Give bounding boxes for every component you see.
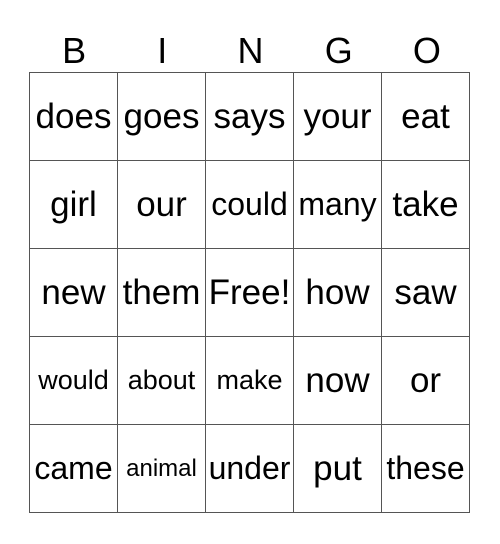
grid-cell: put (293, 424, 382, 513)
grid-row: does goes says your eat (29, 72, 470, 161)
grid-cell: does (29, 72, 118, 161)
bingo-grid: does goes says your eat girl our could m… (29, 72, 470, 513)
grid-row: new them Free! how saw (29, 248, 470, 337)
grid-cell: your (293, 72, 382, 161)
free-space-cell: Free! (205, 248, 294, 337)
grid-cell: them (117, 248, 206, 337)
grid-cell: animal (117, 424, 206, 513)
bingo-header: B I N G O (30, 30, 471, 72)
grid-row: would about make now or (29, 336, 470, 425)
grid-cell: could (205, 160, 294, 249)
grid-cell: goes (117, 72, 206, 161)
header-letter-b: B (62, 30, 87, 71)
grid-cell: or (381, 336, 470, 425)
grid-cell: saw (381, 248, 470, 337)
header-letter-o: O (412, 30, 441, 71)
grid-cell: take (381, 160, 470, 249)
grid-cell: how (293, 248, 382, 337)
grid-row: girl our could many take (29, 160, 470, 249)
grid-cell: our (117, 160, 206, 249)
header-letter-n: N (237, 30, 264, 71)
grid-cell: came (29, 424, 118, 513)
grid-cell: under (205, 424, 294, 513)
grid-cell: eat (381, 72, 470, 161)
header-letter-g: G (324, 30, 353, 71)
grid-cell: about (117, 336, 206, 425)
grid-cell: many (293, 160, 382, 249)
grid-cell: these (381, 424, 470, 513)
grid-cell: would (29, 336, 118, 425)
header-letter-i: I (157, 30, 168, 71)
grid-row: came animal under put these (29, 424, 470, 513)
grid-cell: now (293, 336, 382, 425)
grid-cell: new (29, 248, 118, 337)
grid-cell: says (205, 72, 294, 161)
grid-cell: girl (29, 160, 118, 249)
grid-cell: make (205, 336, 294, 425)
